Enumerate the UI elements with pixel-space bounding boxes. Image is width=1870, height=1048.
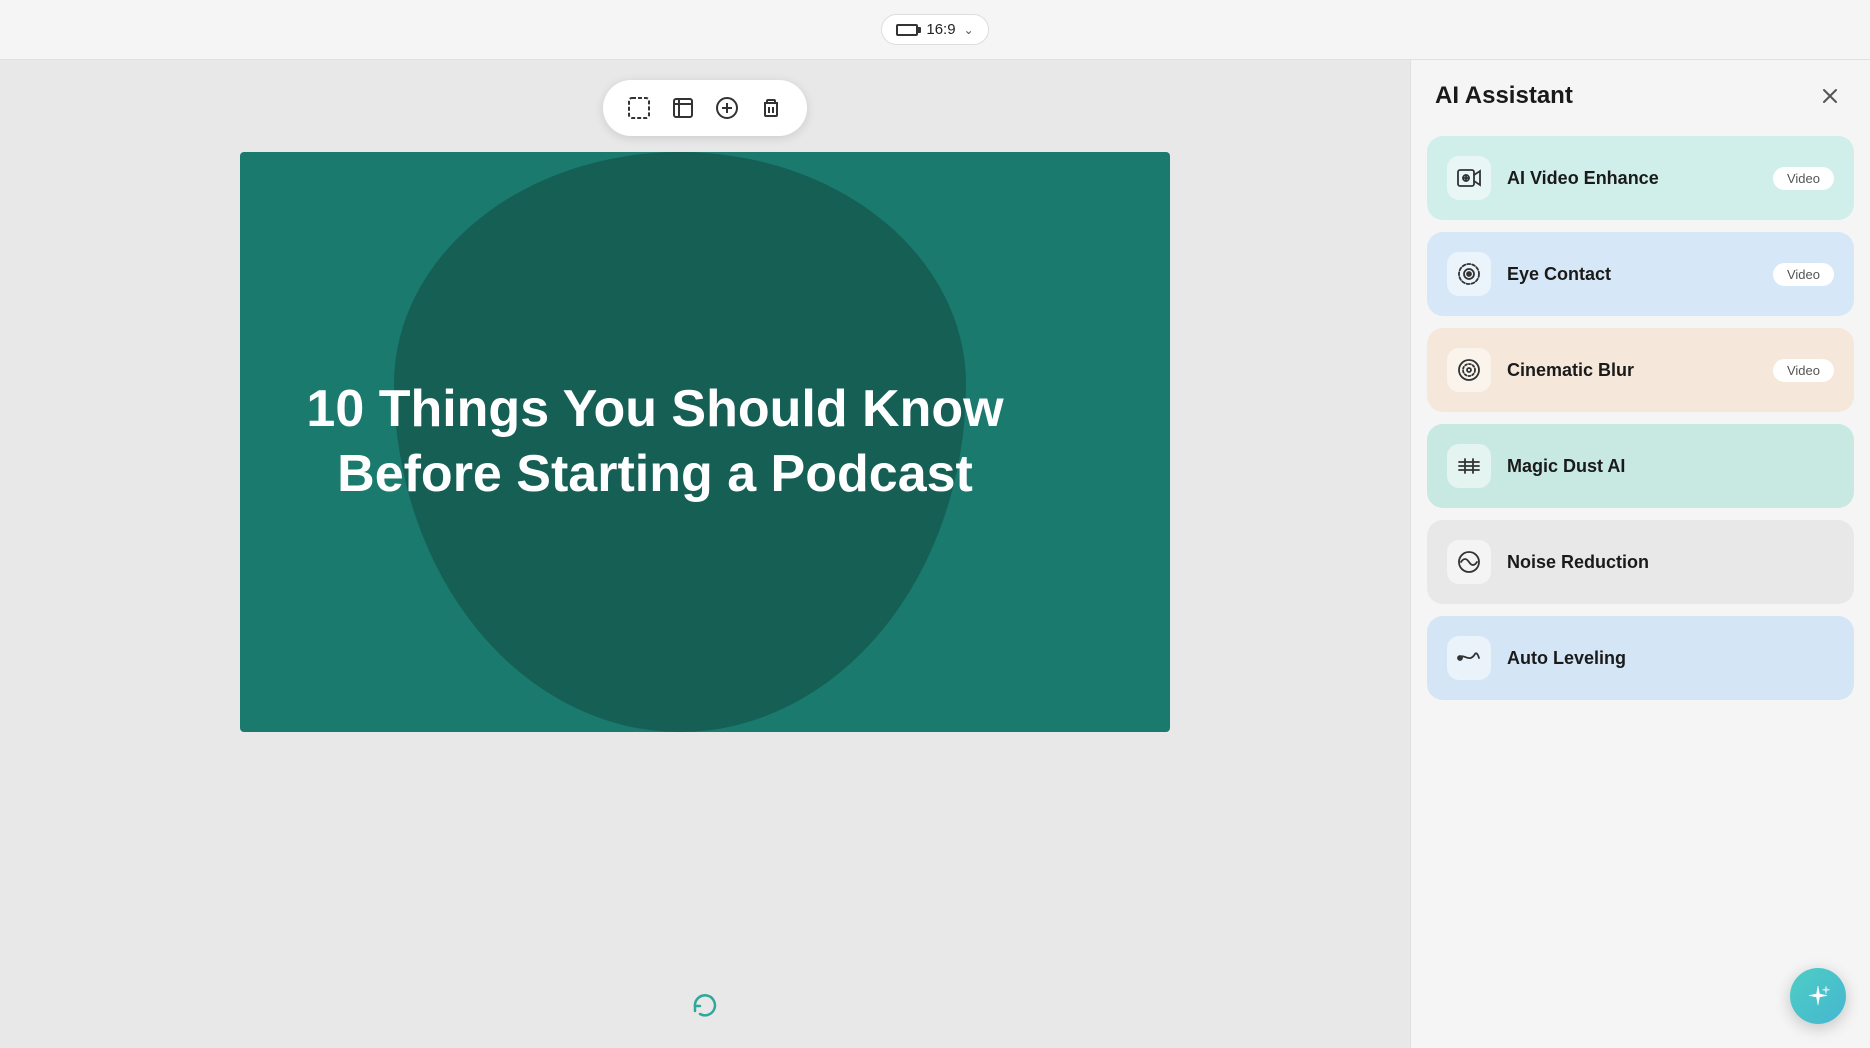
- top-bar: 16:9 ⌄: [0, 0, 1870, 60]
- eye-contact-badge: Video: [1773, 263, 1834, 286]
- cinematic-blur-label: Cinematic Blur: [1507, 360, 1757, 381]
- cinematic-blur-badge: Video: [1773, 359, 1834, 382]
- video-title: 10 Things You Should KnowBefore Starting…: [246, 377, 1063, 507]
- cinematic-blur-icon: [1447, 348, 1491, 392]
- crop-button[interactable]: [663, 88, 703, 128]
- canvas-area: 10 Things You Should KnowBefore Starting…: [0, 60, 1410, 1048]
- video-enhance-icon: [1447, 156, 1491, 200]
- select-button[interactable]: [619, 88, 659, 128]
- ai-panel-header: AI Assistant: [1411, 60, 1870, 128]
- magic-dust-icon: [1447, 444, 1491, 488]
- magic-dust-label: Magic Dust AI: [1507, 456, 1834, 477]
- ai-item-noise-reduction[interactable]: Noise Reduction: [1427, 520, 1854, 604]
- ai-item-auto-leveling[interactable]: Auto Leveling: [1427, 616, 1854, 700]
- battery-icon: [896, 24, 918, 36]
- noise-reduction-icon: [1447, 540, 1491, 584]
- noise-reduction-label: Noise Reduction: [1507, 552, 1834, 573]
- refresh-icon[interactable]: [690, 991, 720, 1028]
- close-button[interactable]: [1814, 80, 1846, 112]
- canvas-toolbar: [603, 80, 807, 136]
- ai-item-magic-dust[interactable]: Magic Dust AI: [1427, 424, 1854, 508]
- ai-panel-footer: [1411, 1032, 1870, 1048]
- aspect-ratio-label: 16:9: [926, 21, 955, 38]
- video-enhance-label: AI Video Enhance: [1507, 168, 1757, 189]
- ai-item-eye-contact[interactable]: Eye Contact Video: [1427, 232, 1854, 316]
- add-button[interactable]: [707, 88, 747, 128]
- video-enhance-badge: Video: [1773, 167, 1834, 190]
- ai-item-video-enhance[interactable]: AI Video Enhance Video: [1427, 136, 1854, 220]
- delete-button[interactable]: [751, 88, 791, 128]
- chevron-down-icon: ⌄: [964, 23, 974, 37]
- main-layout: 10 Things You Should KnowBefore Starting…: [0, 60, 1870, 1048]
- auto-leveling-label: Auto Leveling: [1507, 648, 1834, 669]
- ai-assistant-panel: AI Assistant AI Vide: [1410, 60, 1870, 1048]
- auto-leveling-icon: [1447, 636, 1491, 680]
- eye-contact-icon: [1447, 252, 1491, 296]
- eye-contact-label: Eye Contact: [1507, 264, 1757, 285]
- magic-fab-button[interactable]: [1790, 968, 1846, 1024]
- video-preview: 10 Things You Should KnowBefore Starting…: [240, 152, 1170, 732]
- ai-items-list: AI Video Enhance Video Eye Contact Video: [1411, 128, 1870, 1032]
- ai-panel-title: AI Assistant: [1435, 82, 1573, 110]
- ai-item-cinematic-blur[interactable]: Cinematic Blur Video: [1427, 328, 1854, 412]
- aspect-ratio-selector[interactable]: 16:9 ⌄: [881, 14, 988, 45]
